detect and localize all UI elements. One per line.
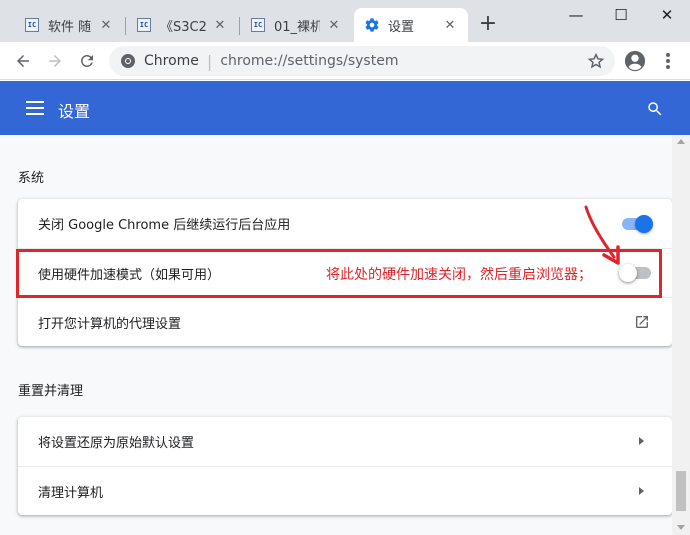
external-link-icon[interactable] bbox=[634, 314, 650, 330]
tab-1[interactable]: IC 软件 随笔 ✕ bbox=[14, 8, 124, 42]
setting-row-cleanup[interactable]: 清理计算机 bbox=[18, 466, 672, 515]
url-text[interactable]: chrome://settings/system bbox=[220, 53, 398, 69]
chevron-right-icon bbox=[639, 487, 644, 495]
toggle-knob bbox=[635, 215, 653, 233]
browser-toolbar: Chrome | chrome://settings/system bbox=[0, 42, 690, 80]
setting-label: 清理计算机 bbox=[38, 485, 104, 501]
setting-label: 将设置还原为原始默认设置 bbox=[38, 436, 195, 451]
search-icon[interactable] bbox=[646, 100, 664, 118]
tab-title: 01_裸机开 bbox=[274, 19, 320, 35]
page-title: 设置 bbox=[58, 102, 91, 121]
star-icon[interactable] bbox=[587, 52, 605, 70]
tab-strip: IC 软件 随笔 ✕ IC 《S3C24 ✕ IC 01_裸机开 ✕ 设置 ✕ … bbox=[0, 0, 690, 42]
annotation-text: 将此处的硬件加速关闭，然后重启浏览器； bbox=[326, 267, 592, 283]
scrollbar[interactable] bbox=[672, 135, 690, 535]
arrow-left-icon bbox=[17, 55, 29, 67]
reload-icon bbox=[81, 55, 93, 67]
url-separator: | bbox=[206, 51, 213, 71]
annotation-arrow-icon bbox=[584, 205, 620, 265]
profile-avatar-icon[interactable] bbox=[624, 50, 646, 72]
tab-settings[interactable]: 设置 ✕ bbox=[354, 8, 468, 42]
site-name: Chrome bbox=[144, 53, 199, 69]
doc-icon: IC bbox=[250, 17, 266, 33]
tab-2[interactable]: IC 《S3C24 ✕ bbox=[126, 8, 238, 42]
settings-content: 系统 关闭 Google Chrome 后继续运行后台应用 使用硬件加速模式（如… bbox=[0, 135, 672, 535]
chevron-right-icon bbox=[639, 437, 644, 445]
scroll-up-arrow[interactable] bbox=[677, 139, 685, 144]
close-icon[interactable]: ✕ bbox=[212, 18, 228, 33]
chrome-site-icon bbox=[121, 54, 135, 68]
reset-card: 将设置还原为原始默认设置 清理计算机 bbox=[18, 417, 672, 515]
scroll-down-arrow[interactable] bbox=[677, 525, 685, 530]
doc-icon: IC bbox=[136, 17, 152, 33]
close-icon[interactable]: ✕ bbox=[326, 18, 342, 33]
arrow-right-icon bbox=[49, 55, 61, 67]
tab-3[interactable]: IC 01_裸机开 ✕ bbox=[240, 8, 352, 42]
tab-title: 设置 bbox=[388, 19, 415, 35]
tab-title: 《S3C24 bbox=[160, 19, 206, 35]
more-menu-icon[interactable] bbox=[660, 51, 676, 71]
window-close-button[interactable]: ✕ bbox=[644, 2, 690, 28]
maximize-button[interactable]: ☐ bbox=[598, 2, 644, 28]
setting-label: 关闭 Google Chrome 后继续运行后台应用 bbox=[38, 218, 291, 233]
new-tab-button[interactable]: + bbox=[478, 13, 498, 36]
minimize-button[interactable]: — bbox=[553, 2, 599, 28]
tab-title: 软件 随笔 bbox=[48, 19, 92, 35]
setting-row-restore-defaults[interactable]: 将设置还原为原始默认设置 bbox=[18, 417, 672, 466]
settings-header: 设置 bbox=[0, 81, 690, 135]
address-bar[interactable]: Chrome | chrome://settings/system bbox=[109, 46, 615, 76]
close-icon[interactable]: ✕ bbox=[442, 18, 458, 33]
forward-button[interactable] bbox=[44, 50, 66, 72]
close-icon[interactable]: ✕ bbox=[98, 18, 114, 33]
section-title-reset: 重置并清理 bbox=[18, 384, 84, 399]
section-title-system: 系统 bbox=[18, 171, 45, 186]
back-button[interactable] bbox=[12, 50, 34, 72]
setting-row-background-apps[interactable]: 关闭 Google Chrome 后继续运行后台应用 bbox=[18, 199, 672, 248]
hamburger-menu-icon[interactable] bbox=[26, 101, 44, 115]
reload-button[interactable] bbox=[76, 50, 98, 72]
doc-icon: IC bbox=[24, 17, 40, 33]
scrollbar-thumb[interactable] bbox=[676, 471, 686, 511]
setting-label: 打开您计算机的代理设置 bbox=[38, 316, 182, 332]
gear-icon bbox=[364, 17, 380, 33]
setting-row-proxy[interactable]: 打开您计算机的代理设置 bbox=[18, 297, 672, 346]
